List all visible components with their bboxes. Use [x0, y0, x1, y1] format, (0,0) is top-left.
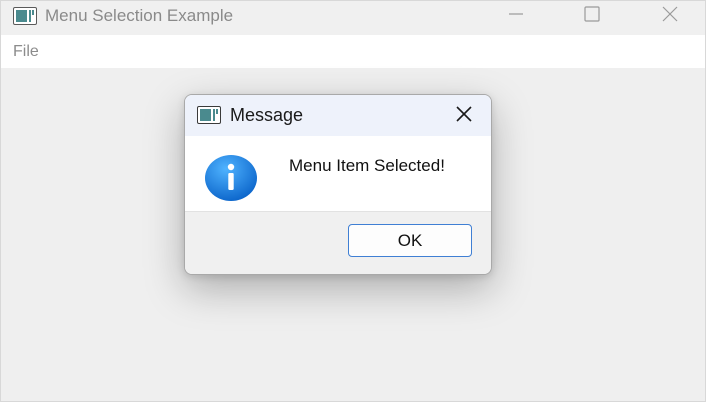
- maximize-button[interactable]: [569, 1, 615, 31]
- close-icon: [661, 5, 679, 28]
- ok-button[interactable]: OK: [348, 224, 472, 257]
- close-button[interactable]: [647, 1, 693, 31]
- dialog-message: Menu Item Selected!: [289, 156, 445, 175]
- menubar: File: [1, 35, 705, 68]
- dialog-titlebar[interactable]: Message: [185, 95, 491, 136]
- dialog-title: Message: [230, 105, 304, 125]
- info-icon: [204, 154, 258, 202]
- menu-file[interactable]: File: [13, 43, 39, 61]
- app-window-icon: [13, 7, 37, 25]
- app-window-icon: [197, 106, 221, 124]
- maximize-icon: [583, 5, 601, 28]
- window-titlebar[interactable]: Menu Selection Example: [1, 1, 705, 33]
- window-title: Menu Selection Example: [45, 6, 234, 25]
- dialog-footer: OK: [185, 211, 491, 274]
- close-icon: [454, 104, 474, 129]
- dialog-close-button[interactable]: [447, 101, 481, 131]
- dialog-body: Menu Item Selected!: [185, 136, 491, 211]
- main-window: Menu Selection Example File Message Menu…: [0, 0, 706, 402]
- message-dialog: Message Menu Item Selected! OK: [184, 94, 492, 275]
- minimize-button[interactable]: [493, 1, 539, 31]
- minimize-icon: [507, 5, 525, 28]
